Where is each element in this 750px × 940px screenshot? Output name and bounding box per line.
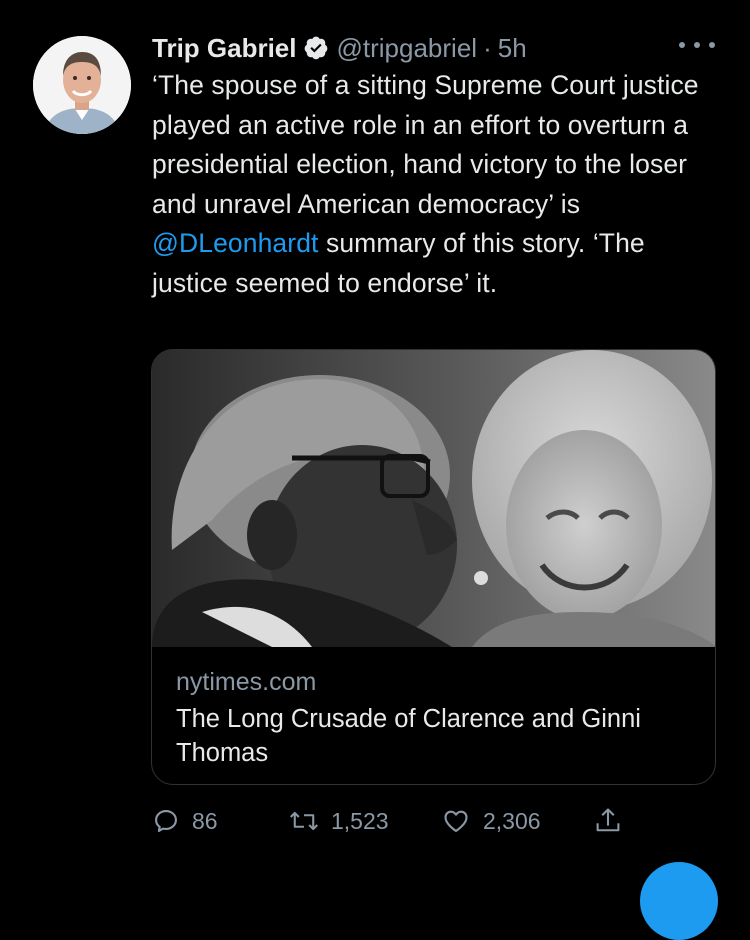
retweet-button[interactable]: 1,523 bbox=[289, 803, 389, 839]
link-card[interactable]: nytimes.com The Long Crusade of Clarence… bbox=[151, 349, 716, 785]
author-photo-icon bbox=[33, 36, 131, 134]
card-title[interactable]: The Long Crusade of Clarence and Ginni T… bbox=[176, 702, 696, 770]
like-button[interactable]: 2,306 bbox=[441, 803, 541, 839]
tweet-text: ‘The spouse of a sitting Supreme Court j… bbox=[152, 66, 722, 303]
card-domain: nytimes.com bbox=[176, 668, 317, 696]
author-avatar[interactable] bbox=[33, 36, 131, 134]
mention-link[interactable]: @DLeonhardt bbox=[152, 228, 319, 258]
tweet-text-part1: ‘The spouse of a sitting Supreme Court j… bbox=[152, 70, 699, 219]
more-options-icon[interactable] bbox=[679, 33, 715, 57]
tweet-timestamp[interactable]: 5h bbox=[498, 33, 527, 64]
retweet-count: 1,523 bbox=[331, 807, 389, 834]
author-display-name[interactable]: Trip Gabriel bbox=[152, 33, 297, 64]
heart-icon bbox=[444, 810, 468, 832]
verified-badge-icon bbox=[303, 35, 329, 61]
author-handle[interactable]: @tripgabriel bbox=[337, 33, 478, 64]
tweet[interactable]: Trip Gabriel @tripgabriel · 5h ‘The spou… bbox=[0, 0, 750, 940]
like-count: 2,306 bbox=[483, 807, 541, 834]
tweet-actions: 86 1,523 2,306 bbox=[152, 803, 632, 839]
share-icon bbox=[596, 808, 620, 832]
compose-tweet-button[interactable] bbox=[640, 862, 718, 940]
tweet-header: Trip Gabriel @tripgabriel · 5h bbox=[152, 30, 527, 66]
card-image bbox=[152, 350, 715, 647]
reply-button[interactable]: 86 bbox=[152, 803, 218, 839]
header-separator: · bbox=[483, 32, 492, 63]
reply-count: 86 bbox=[192, 807, 218, 834]
retweet-icon bbox=[289, 811, 319, 831]
reply-icon bbox=[155, 810, 177, 832]
share-button[interactable] bbox=[594, 803, 622, 839]
article-photo-icon bbox=[152, 350, 715, 647]
